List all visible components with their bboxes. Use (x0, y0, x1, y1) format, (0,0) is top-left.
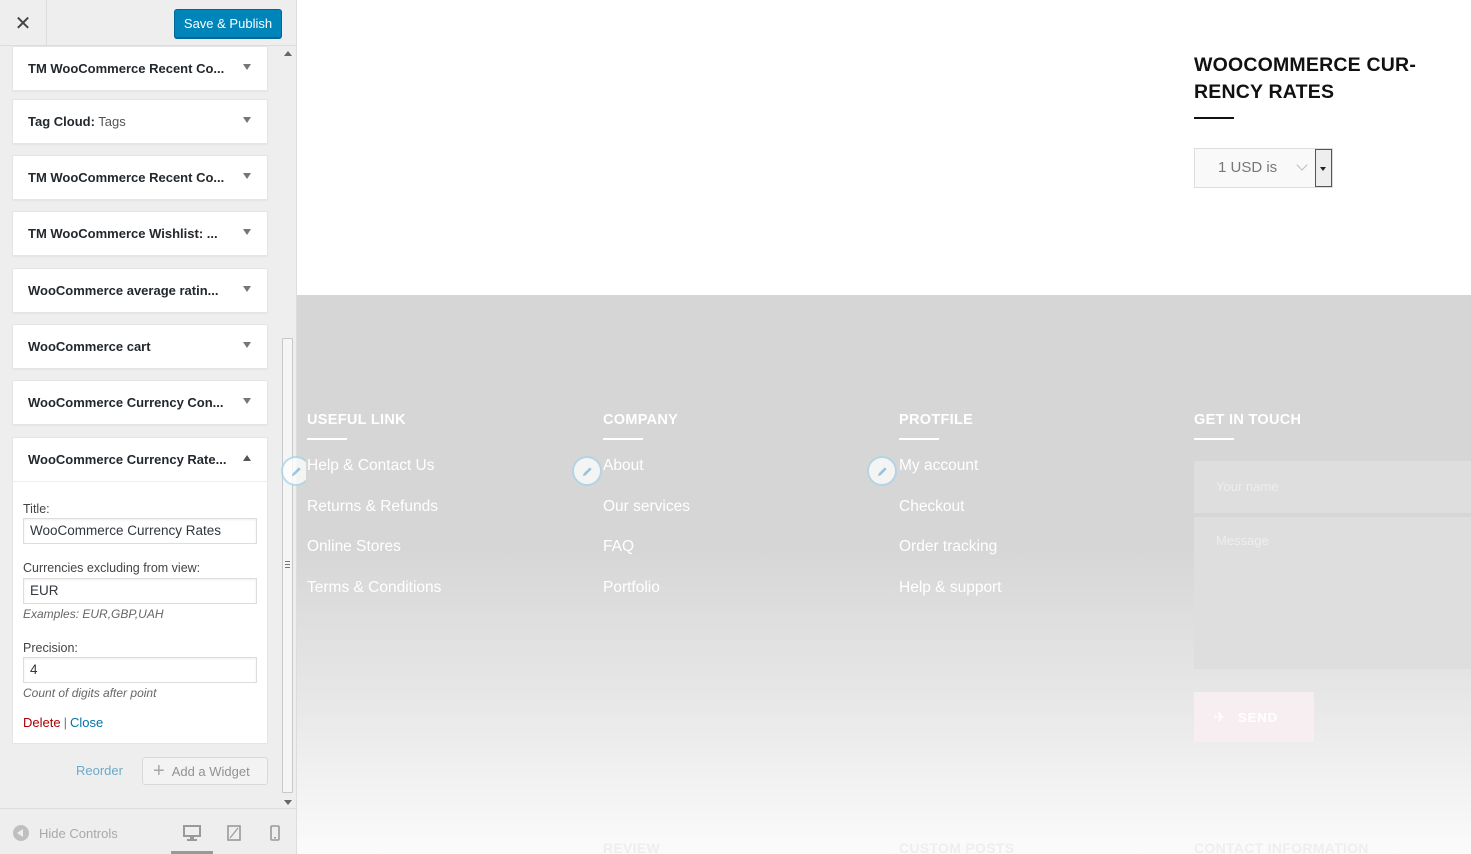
your-name-input[interactable]: Your name (1194, 461, 1471, 513)
widget-title: WooCommerce Currency Con... (28, 395, 224, 410)
footer-column-title: CUSTOM POSTS (899, 840, 1015, 854)
mobile-icon[interactable] (270, 825, 280, 841)
widget-item[interactable]: WooCommerce Currency Con... (12, 380, 268, 425)
widget-settings-form: Title: WooCommerce Currency Rates Curren… (12, 481, 268, 744)
reorder-widgets-link[interactable]: Reorder (76, 763, 123, 778)
footer-column-title: GET IN TOUCH (1194, 412, 1302, 428)
site-footer: USEFUL LINK Help & Contact Us Returns & … (281, 295, 1471, 854)
plus-icon: + (153, 760, 165, 782)
footer-column-title: PROTFILE (899, 412, 974, 428)
currency-rates-widget-title: WOOCOMMERCE CUR- RENCY RATES (1194, 54, 1417, 103)
tablet-icon[interactable] (227, 825, 241, 841)
widget-title: Tag Cloud: Tags (28, 114, 126, 129)
footer-link[interactable]: FAQ (603, 538, 634, 556)
collapse-arrow-icon (13, 825, 29, 841)
precision-label: Precision: (23, 641, 78, 655)
footer-column-title: REVIEW (603, 840, 661, 854)
expand-arrow-icon[interactable] (243, 64, 251, 70)
delete-widget-link[interactable]: Delete (23, 715, 61, 730)
currency-select-value: 1 USD is (1218, 159, 1278, 176)
widget-item[interactable]: TM WooCommerce Recent Co... (12, 155, 268, 200)
title-underline (1194, 117, 1234, 119)
widget-item[interactable]: WooCommerce average ratin... (12, 268, 268, 313)
currency-select[interactable]: 1 USD is (1194, 148, 1333, 188)
grip-icon (285, 561, 290, 568)
hide-controls-button[interactable]: Hide Controls (13, 825, 118, 841)
footer-link[interactable]: About (603, 457, 644, 475)
edit-shortcut[interactable] (281, 456, 306, 486)
close-icon: ✕ (14, 12, 32, 35)
pencil-icon[interactable] (572, 456, 602, 486)
precision-description: Count of digits after point (23, 686, 157, 700)
scroll-up-arrow-icon[interactable] (284, 51, 292, 56)
chevron-down-icon (1296, 159, 1308, 171)
collapse-arrow-icon[interactable] (243, 455, 251, 461)
widget-title: WooCommerce average ratin... (28, 283, 219, 298)
title-underline (307, 438, 347, 440)
exclude-currencies-label: Currencies excluding from view: (23, 561, 201, 575)
widget-title: TM WooCommerce Recent Co... (28, 61, 225, 76)
action-separator: | (63, 715, 67, 730)
message-textarea[interactable]: Message (1194, 517, 1471, 669)
title-label: Title: (23, 502, 50, 516)
widget-title: WooCommerce cart (28, 339, 151, 354)
title-underline (603, 438, 643, 440)
exclude-currencies-description: Examples: EUR,GBP,UAH (23, 607, 164, 621)
send-label: SEND (1238, 709, 1279, 725)
title-underline (899, 438, 939, 440)
widget-item[interactable]: TM WooCommerce Wishlist: ... (12, 211, 268, 256)
footer-column-title: CONTACT INFORMATION (1194, 840, 1369, 854)
hide-controls-label: Hide Controls (39, 825, 118, 841)
widget-item[interactable]: TM WooCommerce Recent Co... (12, 46, 268, 91)
add-widget-label: Add a Widget (171, 763, 250, 779)
widget-item-expanded[interactable]: WooCommerce Currency Rate... (12, 437, 268, 482)
widget-title: TM WooCommerce Recent Co... (28, 170, 225, 185)
sidebar-scrollbar[interactable] (281, 46, 295, 808)
expand-arrow-icon[interactable] (243, 286, 251, 292)
desktop-icon[interactable] (183, 825, 201, 841)
precision-field[interactable]: 4 (23, 657, 257, 683)
footer-link[interactable]: Terms & Conditions (307, 579, 441, 597)
customizer-header: ✕ Save & Publish (0, 0, 296, 46)
widget-title: WooCommerce Currency Rate... (28, 452, 227, 467)
add-widget-button[interactable]: + Add a Widget (142, 757, 268, 785)
dropdown-toggle-icon[interactable] (1315, 149, 1332, 187)
footer-link[interactable]: Returns & Refunds (307, 498, 438, 516)
footer-column-title: USEFUL LINK (307, 412, 406, 428)
widget-item[interactable]: WooCommerce cart (12, 324, 268, 369)
scrollbar-thumb[interactable] (282, 338, 293, 793)
title-field[interactable]: WooCommerce Currency Rates (23, 518, 257, 544)
footer-column-title: COMPANY (603, 412, 679, 428)
footer-link[interactable]: Online Stores (307, 538, 401, 556)
footer-link[interactable]: Help & Contact Us (307, 457, 435, 475)
expand-arrow-icon[interactable] (243, 229, 251, 235)
expand-arrow-icon[interactable] (243, 173, 251, 179)
widget-control-actions: Delete | Close (23, 715, 103, 730)
save-publish-button[interactable]: Save & Publish (174, 9, 282, 38)
expand-arrow-icon[interactable] (243, 342, 251, 348)
paper-plane-icon: ✈ (1214, 709, 1227, 725)
customizer-sidebar: ✕ Save & Publish TM WooCommerce Recent C… (0, 0, 297, 854)
footer-link[interactable]: Our services (603, 498, 690, 516)
scroll-down-arrow-icon[interactable] (284, 800, 292, 805)
widget-item[interactable]: Tag Cloud: Tags (12, 99, 268, 144)
footer-link[interactable]: Portfolio (603, 579, 660, 597)
footer-link[interactable]: My account (899, 457, 978, 475)
title-underline (1194, 438, 1234, 440)
close-customizer-button[interactable]: ✕ (0, 0, 47, 46)
send-button[interactable]: ✈ SEND (1194, 692, 1314, 742)
pencil-icon[interactable] (867, 456, 897, 486)
footer-link[interactable]: Checkout (899, 498, 964, 516)
expand-arrow-icon[interactable] (243, 117, 251, 123)
customizer-footer: Hide Controls (0, 808, 296, 854)
expand-arrow-icon[interactable] (243, 398, 251, 404)
close-widget-link[interactable]: Close (70, 715, 103, 730)
site-preview: WOOCOMMERCE CUR- RENCY RATES 1 USD is US… (281, 0, 1471, 854)
footer-link[interactable]: Order tracking (899, 538, 997, 556)
exclude-currencies-field[interactable]: EUR (23, 578, 257, 604)
widget-title: TM WooCommerce Wishlist: ... (28, 226, 218, 241)
pencil-icon[interactable] (281, 456, 306, 486)
footer-link[interactable]: Help & support (899, 579, 1002, 597)
